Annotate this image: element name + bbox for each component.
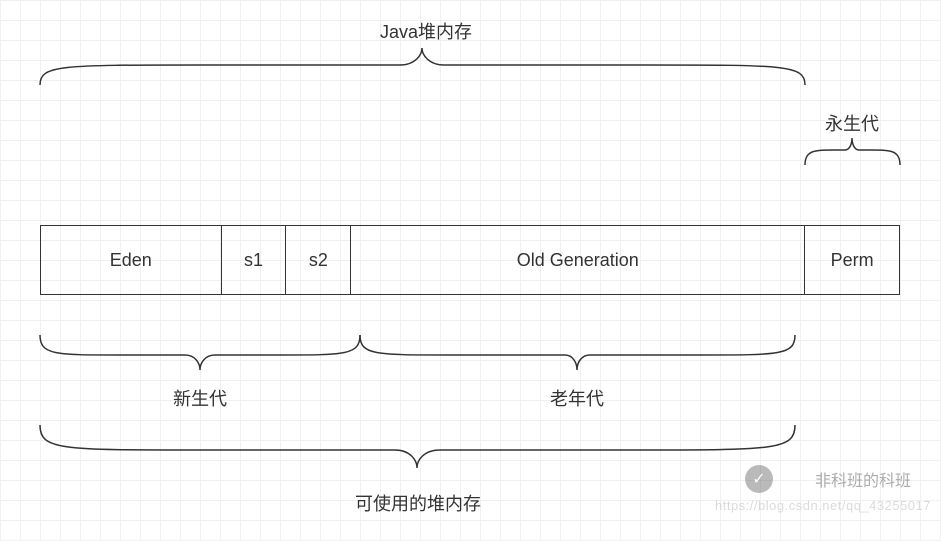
wechat-icon: ✓	[745, 465, 773, 493]
watermark-text: 非科班的科班	[815, 467, 911, 491]
young-gen-label: 新生代	[173, 385, 227, 411]
heap-row: Eden s1 s2 Old Generation Perm	[40, 225, 900, 295]
perm-box: Perm	[804, 226, 899, 294]
eden-box: Eden	[41, 226, 221, 294]
usable-heap-label: 可使用的堆内存	[355, 490, 481, 516]
old-generation-box: Old Generation	[350, 226, 804, 294]
permgen-label: 永生代	[825, 110, 879, 136]
old-gen-label: 老年代	[550, 385, 604, 411]
title-label: Java堆内存	[380, 18, 472, 44]
s1-box: s1	[221, 226, 286, 294]
s2-box: s2	[285, 226, 350, 294]
watermark-url: https://blog.csdn.net/qq_43255017	[715, 498, 931, 513]
